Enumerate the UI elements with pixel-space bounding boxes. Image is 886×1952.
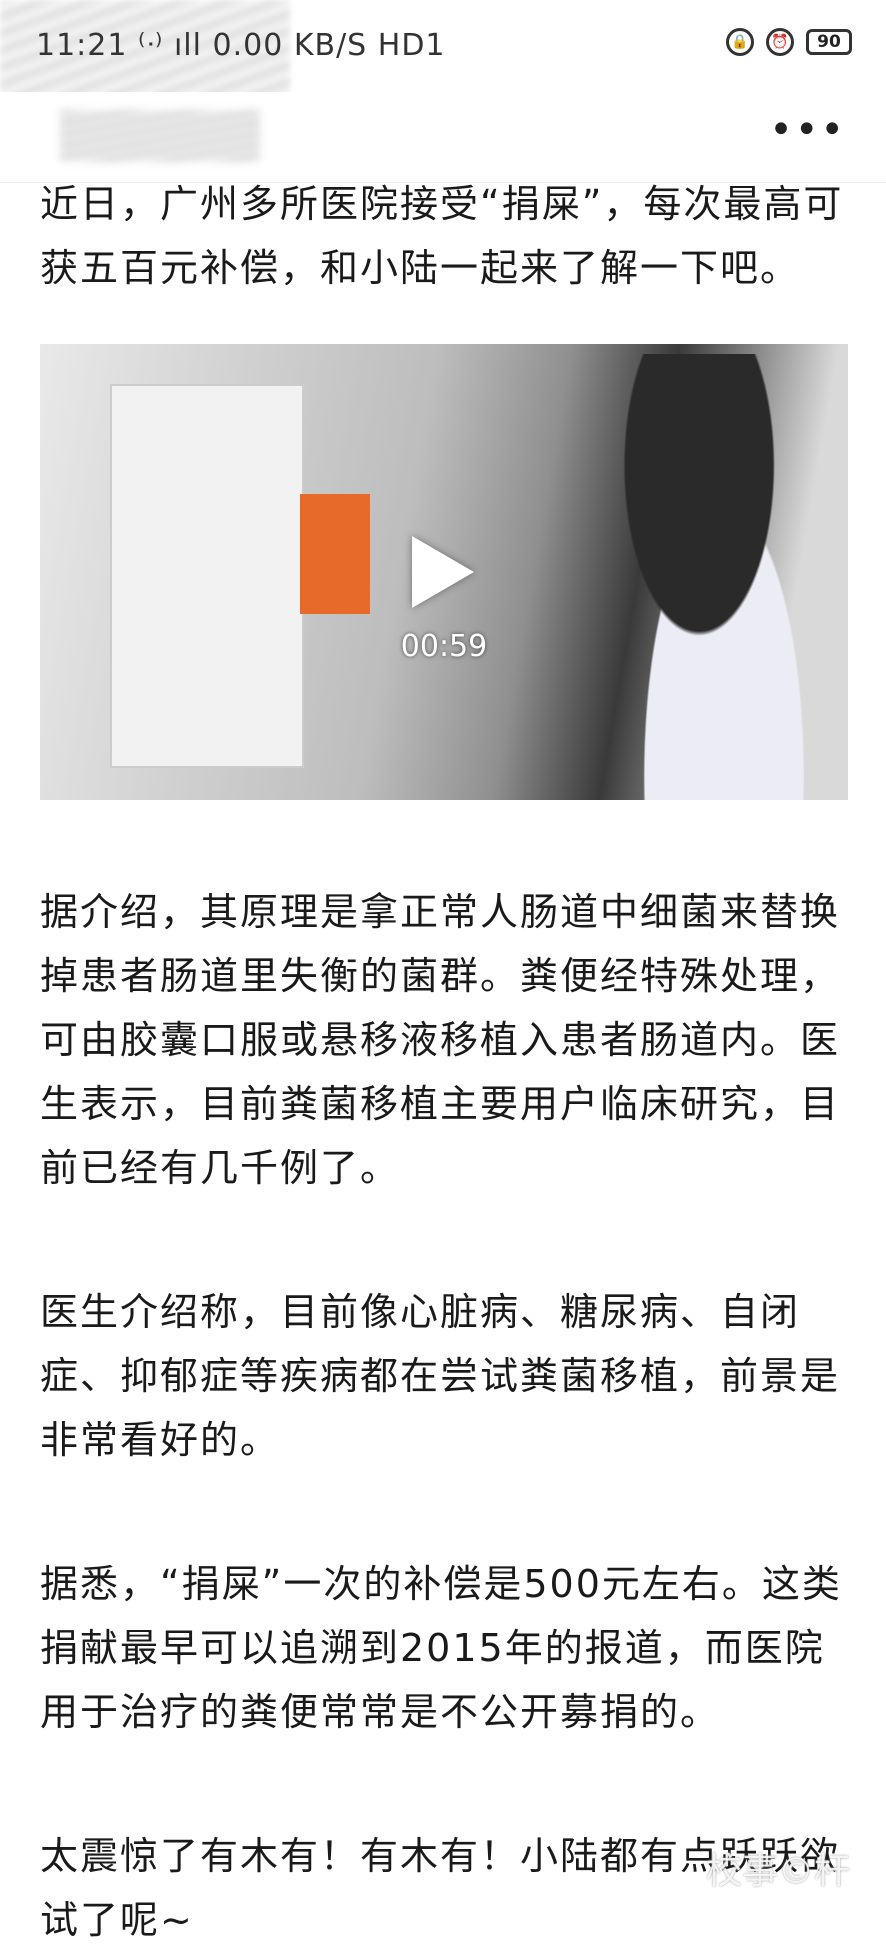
- video-duration: 00:59: [400, 629, 488, 664]
- video-thumbnail-microscope: [110, 384, 304, 768]
- status-bar: 11:21 ⁽ᐧ⁾ ıll 0.00 KB/S HD1 🔒 ⏰ 90: [0, 0, 886, 160]
- article-intro: 近日，广州多所医院接受“捐屎”，每次最高可获五百元补偿，和小陆一起来了解一下吧。: [40, 182, 844, 290]
- lock-rotation-icon: 🔒: [726, 28, 754, 56]
- top-bar: •••: [0, 92, 886, 183]
- article-paragraph: 据介绍，其原理是拿正常人肠道中细菌来替换掉患者肠道里失衡的菌群。粪便经特殊处理，…: [40, 890, 841, 1190]
- article-paragraph: 据悉，“捐屎”一次的补偿是500元左右。这类捐献最早可以追溯到2015年的报道，…: [40, 1562, 842, 1734]
- battery-level: 90: [817, 32, 841, 52]
- blurred-title: [60, 110, 260, 162]
- video-thumbnail-detail: [300, 494, 370, 614]
- article-paragraph: 医生介绍称，目前像心脏病、糖尿病、自闭症、抑郁症等疾病都在尝试粪菌移植，前景是非…: [40, 1290, 841, 1462]
- more-options-button[interactable]: •••: [769, 110, 846, 150]
- play-icon[interactable]: [412, 536, 474, 608]
- watermark: 校事©杆: [705, 1851, 850, 1892]
- video-thumbnail-person: [600, 354, 848, 800]
- alarm-icon: ⏰: [766, 28, 794, 56]
- status-icons: 🔒 ⏰ 90: [726, 28, 852, 56]
- status-left-text: 11:21 ⁽ᐧ⁾ ıll 0.00 KB/S HD1: [36, 28, 446, 63]
- battery-icon: 90: [806, 29, 852, 55]
- video-player[interactable]: 00:59: [40, 344, 848, 800]
- article-content: 近日，广州多所医院接受“捐屎”，每次最高可获五百元补偿，和小陆一起来了解一下吧。…: [40, 172, 848, 1952]
